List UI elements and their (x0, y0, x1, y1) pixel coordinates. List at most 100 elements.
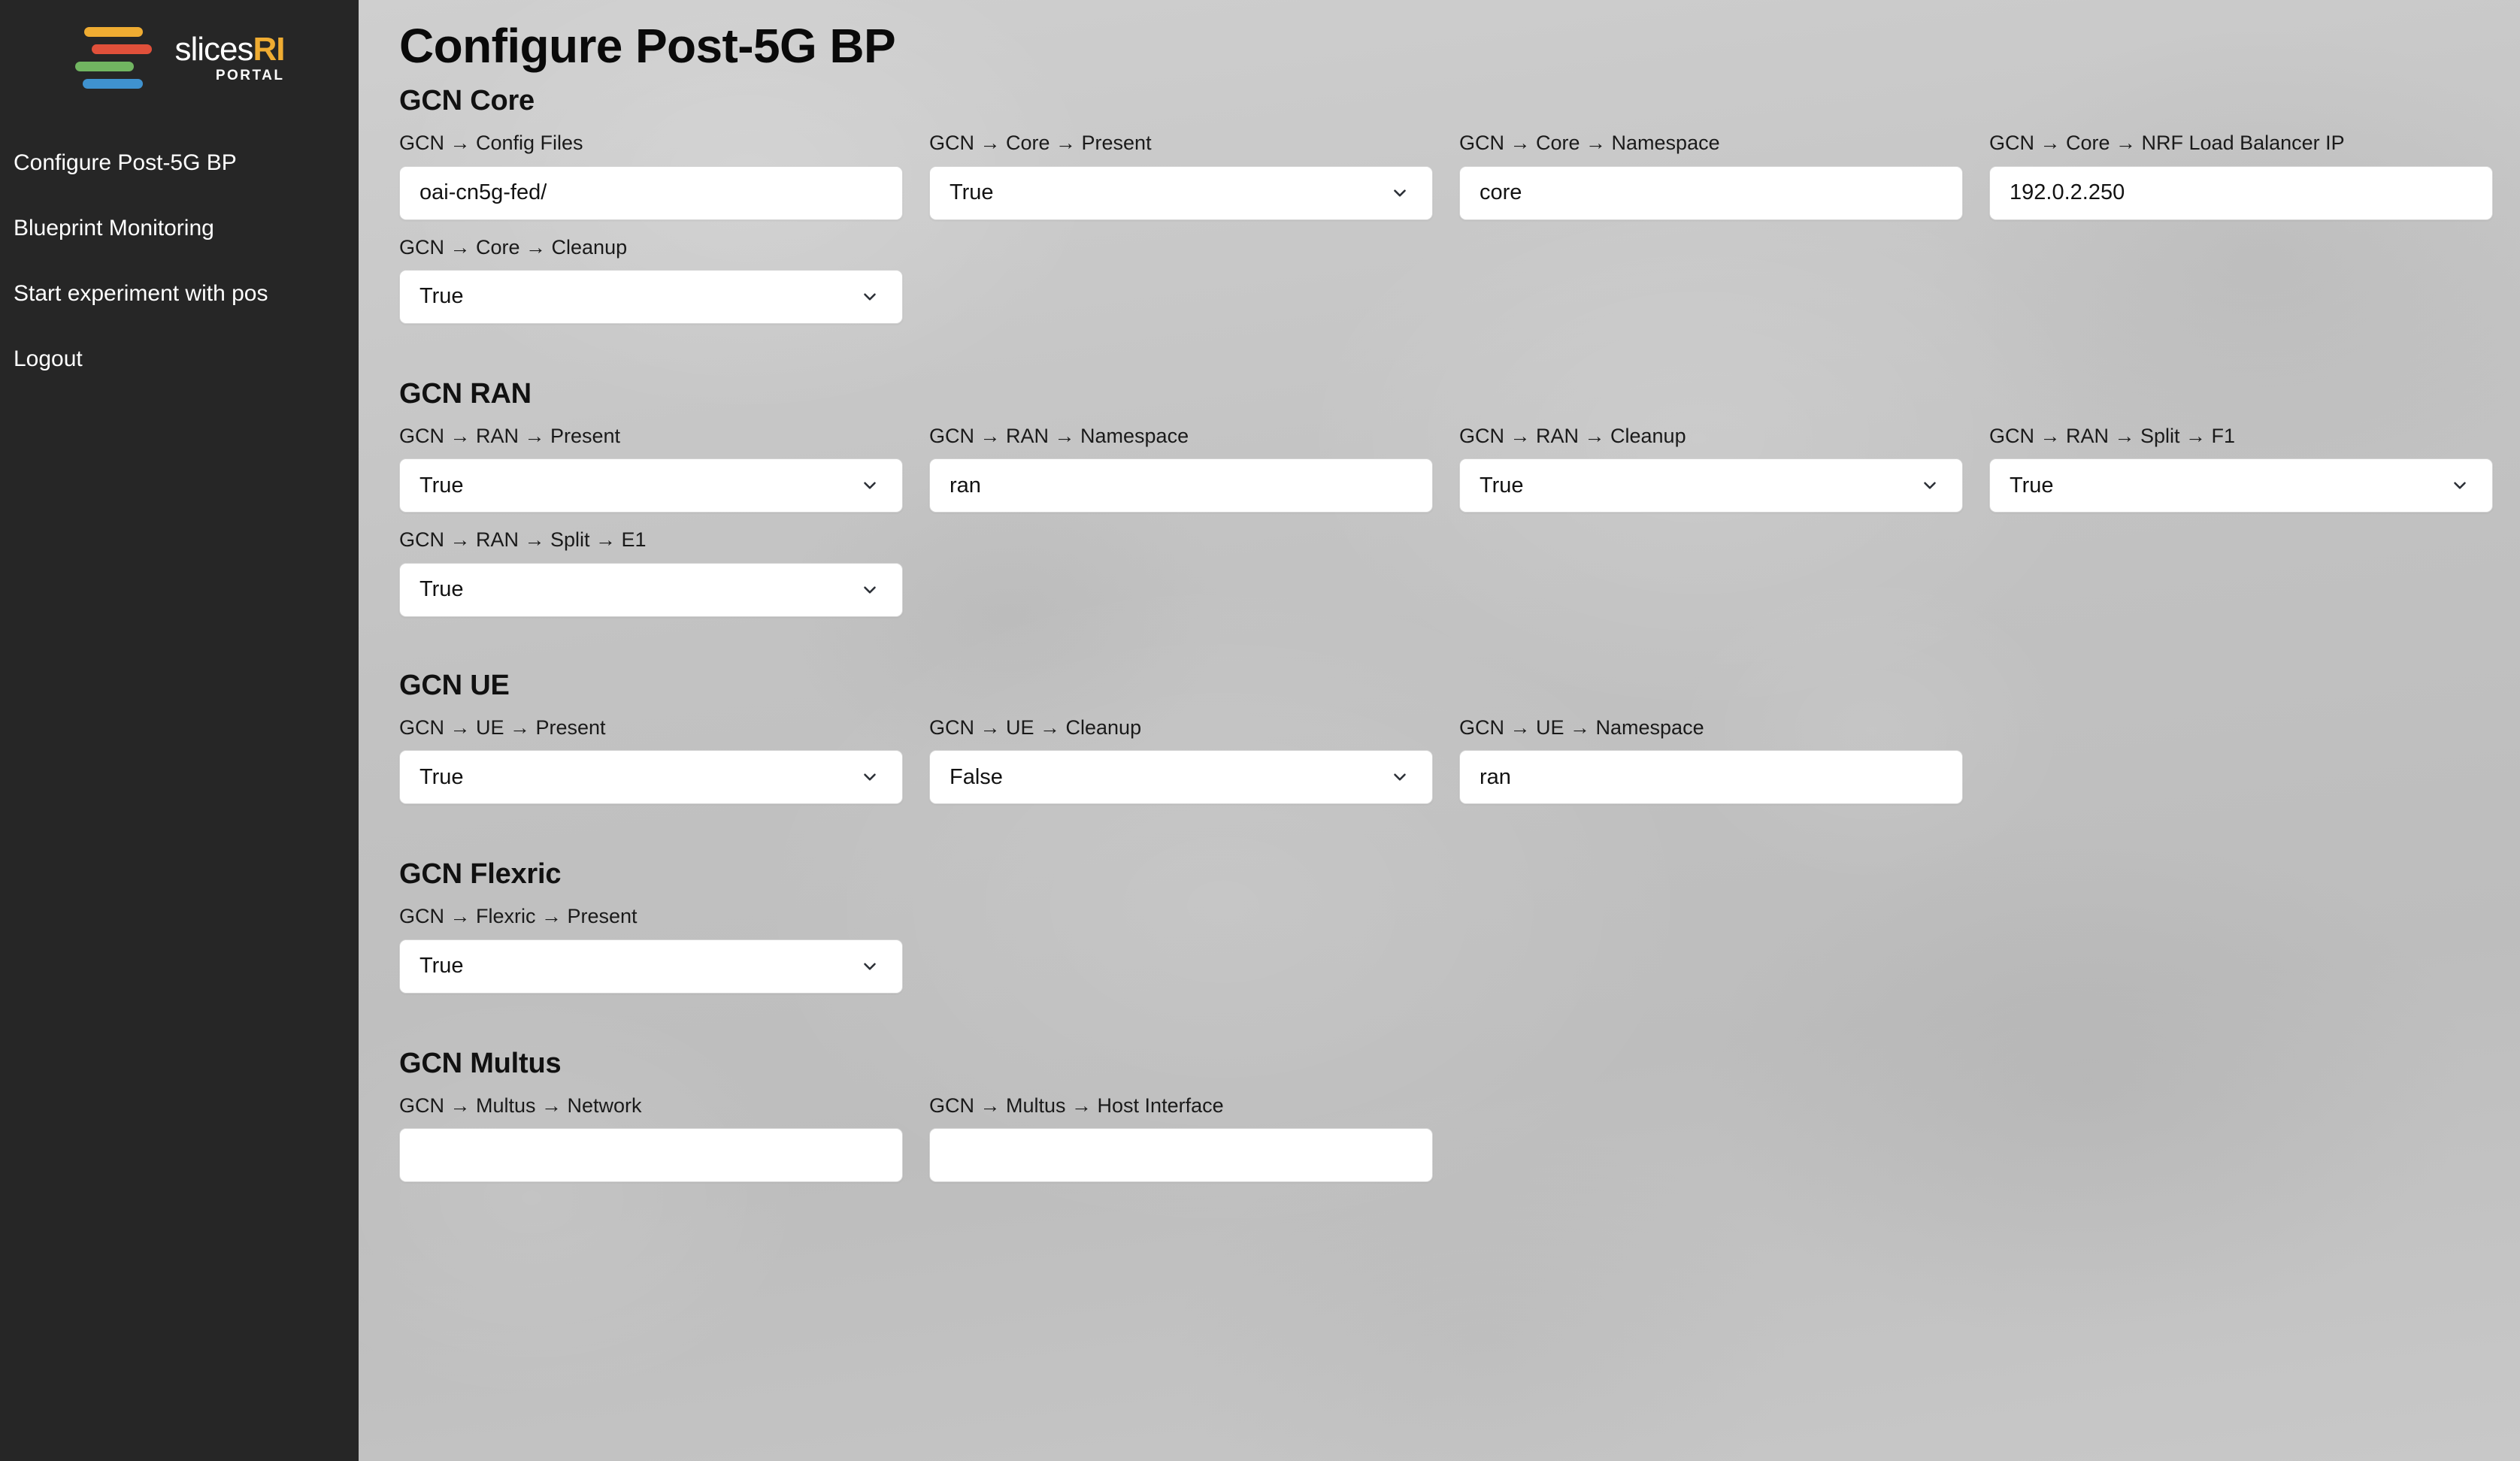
field-gcn-ran-split-f1: GCN → RAN → Split → F1 True (1989, 424, 2519, 513)
select-value: True (419, 474, 464, 497)
text-input-gcn-multus-network[interactable] (399, 1127, 903, 1182)
logo-bar-red (92, 44, 153, 54)
page-title: Configure Post-5G BP (399, 19, 896, 73)
text-input-gcn-ran-namespace[interactable]: ran (929, 458, 1433, 513)
field-label: GCN → Core → Present (929, 132, 1152, 155)
field-gcn-ue-namespace: GCN → UE → Namespace ran (1459, 715, 1989, 805)
field-gcn-ue-cleanup: GCN → UE → Cleanup False (929, 715, 1459, 805)
field-label: GCN → Core → Namespace (1459, 132, 1720, 155)
section-gcn-ue: GCN UE GCN → UE → Present True GCN → UE … (399, 670, 2469, 819)
field-label: GCN → RAN → Namespace (929, 424, 1189, 447)
sidebar-item-logout[interactable]: Logout (0, 346, 359, 371)
field-label: GCN → RAN → Split → E1 (399, 528, 647, 552)
select-value: True (419, 955, 464, 978)
app-root: slicesRI PORTAL Configure Post-5G BP Blu… (0, 0, 2520, 1461)
input-value: oai-cn5g-fed/ (419, 182, 547, 204)
field-grid-gcn-flexric: GCN → Flexric → Present True (399, 904, 2469, 1008)
field-gcn-config-files: GCN → Config Files oai-cn5g-fed/ (399, 131, 929, 220)
select-value: False (950, 766, 1003, 788)
field-label: GCN → Config Files (399, 132, 583, 155)
input-value: core (1480, 182, 1522, 204)
select-value: True (419, 766, 464, 788)
text-input-gcn-multus-host-interface[interactable] (929, 1127, 1433, 1182)
field-grid-gcn-core: GCN → Config Files oai-cn5g-fed/ GCN → C… (399, 131, 2493, 339)
select-gcn-ran-split-e1[interactable]: True (399, 562, 903, 617)
field-label: GCN → UE → Cleanup (929, 715, 1142, 739)
select-value: True (1480, 474, 1524, 497)
logo-name-accent: RI (253, 31, 286, 68)
field-gcn-core-present: GCN → Core → Present True (929, 131, 1459, 220)
field-gcn-core-nrf-load-balancer-ip: GCN → Core → NRF Load Balancer IP 192.0.… (1989, 131, 2519, 220)
chevron-down-icon (1390, 767, 1410, 787)
input-value: ran (1480, 766, 1511, 788)
config-form: Configure Post-5G BP GCN Core GCN → Conf… (359, 0, 2520, 1461)
chevron-down-icon (860, 287, 880, 307)
logo-subtitle: PORTAL (215, 68, 285, 83)
field-label: GCN → RAN → Split → F1 (1989, 424, 2236, 447)
select-gcn-ran-present[interactable]: True (399, 458, 903, 513)
field-label: GCN → UE → Present (399, 715, 606, 739)
section-title-gcn-ue: GCN UE (399, 669, 510, 701)
field-grid-gcn-ue: GCN → UE → Present True GCN → UE → Clean… (399, 715, 2469, 819)
logo-bar-yellow (84, 27, 144, 37)
logo-bar-green (75, 62, 135, 71)
text-input-gcn-config-files[interactable]: oai-cn5g-fed/ (399, 165, 903, 220)
field-grid-gcn-ran: GCN → RAN → Present True GCN → RAN → Nam… (399, 424, 2493, 632)
select-gcn-ue-cleanup[interactable]: False (929, 750, 1433, 805)
field-gcn-flexric-present: GCN → Flexric → Present True (399, 904, 929, 994)
select-value: True (419, 286, 464, 308)
field-gcn-core-cleanup: GCN → Core → Cleanup True (399, 235, 929, 324)
brand-logo[interactable]: slicesRI PORTAL (0, 20, 359, 89)
select-gcn-core-cleanup[interactable]: True (399, 269, 903, 324)
logo-wordmark: slicesRI PORTAL (174, 31, 286, 83)
sidebar-nav: Configure Post-5G BP Blueprint Monitorin… (0, 150, 359, 371)
chevron-down-icon (860, 957, 880, 976)
section-gcn-core: GCN Core GCN → Config Files oai-cn5g-fed… (399, 85, 2493, 339)
section-gcn-flexric: GCN Flexric GCN → Flexric → Present True (399, 858, 2469, 1008)
chevron-down-icon (1390, 183, 1410, 203)
text-input-gcn-core-nrf-load-balancer-ip[interactable]: 192.0.2.250 (1989, 165, 2493, 220)
field-label: GCN → RAN → Present (399, 424, 621, 447)
sidebar-item-configure-post-5g-bp[interactable]: Configure Post-5G BP (0, 150, 359, 175)
field-label: GCN → Multus → Network (399, 1093, 642, 1117)
chevron-down-icon (2450, 476, 2470, 495)
select-value: True (419, 579, 464, 601)
input-value: 192.0.2.250 (2010, 182, 2125, 204)
section-title-gcn-flexric: GCN Flexric (399, 858, 562, 891)
select-gcn-ran-cleanup[interactable]: True (1459, 458, 1963, 513)
field-label: GCN → UE → Namespace (1459, 715, 1704, 739)
field-label: GCN → RAN → Cleanup (1459, 424, 1686, 447)
select-gcn-flexric-present[interactable]: True (399, 939, 903, 994)
select-value: True (950, 182, 994, 204)
select-gcn-ue-present[interactable]: True (399, 750, 903, 805)
field-gcn-ran-split-e1: GCN → RAN → Split → E1 True (399, 528, 929, 617)
sidebar-item-blueprint-monitoring[interactable]: Blueprint Monitoring (0, 216, 359, 240)
section-title-gcn-multus: GCN Multus (399, 1047, 562, 1079)
chevron-down-icon (1920, 476, 1940, 495)
select-gcn-core-present[interactable]: True (929, 165, 1433, 220)
sidebar-item-start-experiment-with-pos[interactable]: Start experiment with pos (0, 281, 359, 306)
field-gcn-multus-host-interface: GCN → Multus → Host Interface (929, 1093, 1459, 1182)
chevron-down-icon (860, 767, 880, 787)
chevron-down-icon (860, 476, 880, 495)
field-label: GCN → Flexric → Present (399, 905, 638, 928)
section-title-gcn-ran: GCN RAN (399, 377, 532, 410)
logo-name-main: slices (174, 31, 253, 68)
field-label: GCN → Multus → Host Interface (929, 1093, 1224, 1117)
field-gcn-ue-present: GCN → UE → Present True (399, 715, 929, 805)
field-gcn-multus-network: GCN → Multus → Network (399, 1093, 929, 1182)
select-gcn-ran-split-f1[interactable]: True (1989, 458, 2493, 513)
main-content: Configure Post-5G BP GCN Core GCN → Conf… (359, 0, 2520, 1461)
field-grid-gcn-multus: GCN → Multus → Network GCN → Multus → Ho… (399, 1093, 2469, 1197)
logo-bar-blue (83, 79, 144, 89)
logo-name: slicesRI (174, 31, 286, 68)
sidebar: slicesRI PORTAL Configure Post-5G BP Blu… (0, 0, 359, 1461)
select-value: True (2010, 474, 2054, 497)
field-gcn-core-namespace: GCN → Core → Namespace core (1459, 131, 1989, 220)
field-gcn-ran-present: GCN → RAN → Present True (399, 424, 929, 513)
slices-logo-icon (74, 27, 164, 89)
text-input-gcn-ue-namespace[interactable]: ran (1459, 750, 1963, 805)
input-value: ran (950, 474, 981, 497)
field-label: GCN → Core → Cleanup (399, 235, 628, 259)
text-input-gcn-core-namespace[interactable]: core (1459, 165, 1963, 220)
